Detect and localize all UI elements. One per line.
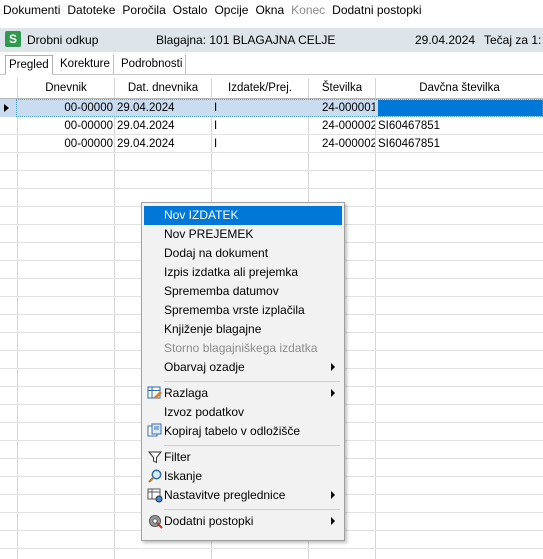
cell-datum: 29.04.2024 (117, 120, 175, 132)
submenu-arrow-icon (331, 363, 335, 371)
table-row[interactable]: 00-00000 29.04.2024 I 24-000002 SI604678… (0, 135, 543, 153)
filter-icon (147, 451, 163, 464)
ctx-item-storno: Storno blagajniškega izdatka (164, 341, 318, 355)
cell-davcna: SI60467851 (378, 120, 441, 132)
menu-porocila[interactable]: Poročila (121, 0, 171, 20)
menu-datoteke[interactable]: Datoteke (66, 0, 121, 20)
submenu-arrow-icon (331, 491, 335, 499)
menu-separator (164, 509, 340, 510)
column-header-davcna-stevilka[interactable]: Davčna številka (376, 78, 543, 98)
menu-separator (164, 445, 340, 446)
menu-okna[interactable]: Okna (254, 0, 290, 20)
settings-grid-icon (147, 488, 163, 503)
copy-icon (147, 423, 162, 437)
register-label: Blagajna: 101 BLAGAJNA CELJE (156, 33, 336, 47)
column-header-dat-dnevnika[interactable]: Dat. dnevnika (115, 78, 211, 98)
cell-izdatek: I (214, 138, 218, 150)
ctx-item-obarvaj-ozadje[interactable]: Obarvaj ozadje (144, 358, 342, 377)
ctx-item-izvoz-podatkov[interactable]: Izvoz podatkov (144, 403, 342, 422)
ctx-item-nastavitve-preglednice[interactable]: Nastavitve preglednice (144, 486, 342, 505)
app-logo-icon: S (5, 31, 21, 47)
menu-bar: Dokumenti Datoteke Poročila Ostalo Opcij… (0, 0, 543, 20)
ctx-item-iskanje[interactable]: Iskanje (144, 467, 342, 486)
submenu-arrow-icon (331, 389, 335, 397)
window-title: Drobni odkup (27, 33, 99, 47)
column-header-izdatek-prej[interactable]: Izdatek/Prej. (212, 78, 308, 98)
column-header-stevilka[interactable]: Številka (309, 78, 375, 98)
ctx-item-sprememba-datumov[interactable]: Sprememba datumov (144, 282, 342, 301)
menu-dokumenti[interactable]: Dokumenti (2, 0, 66, 20)
ctx-item-sprememba-vrste-izplacila[interactable]: Sprememba vrste izplačila (144, 301, 342, 320)
menu-ostalo[interactable]: Ostalo (172, 0, 214, 20)
cell-dnevnik: 00-00000 (64, 138, 113, 150)
search-icon (148, 469, 162, 483)
submenu-arrow-icon (331, 517, 335, 525)
table-row[interactable]: 00-00000 29.04.2024 I 24-000002 SI604678… (0, 117, 543, 135)
current-row-indicator-icon (4, 104, 9, 112)
column-header-dnevnik[interactable]: Dnevnik (18, 78, 114, 98)
menu-separator (164, 381, 340, 382)
window-titlebar: S Drobni odkup Blagajna: 101 BLAGAJNA CE… (0, 28, 543, 52)
ctx-item-nov-prejemek[interactable]: Nov PREJEMEK (144, 225, 342, 244)
menu-konec: Konec (291, 3, 326, 17)
tab-pregled[interactable]: Pregled (5, 55, 53, 75)
tab-podrobnosti[interactable]: Podrobnosti (118, 55, 187, 75)
tab-korekture[interactable]: Korekture (57, 55, 114, 75)
tools-icon (149, 515, 163, 529)
ctx-item-knjizenje-blagajne[interactable]: Knjiženje blagajne (144, 320, 342, 339)
cell-datum: 29.04.2024 (117, 138, 175, 150)
date-label: 29.04.2024 (415, 33, 476, 47)
ctx-item-kopiraj-tabelo[interactable]: Kopiraj tabelo v odložišče (144, 422, 342, 441)
cell-stevilka: 24-000002 (322, 120, 375, 132)
ctx-item-dodatni-postopki[interactable]: Dodatni postopki (144, 512, 342, 531)
ctx-item-filter[interactable]: Filter (144, 448, 342, 467)
grid-edit-icon (147, 386, 162, 399)
cell-izdatek: I (214, 120, 218, 132)
cell-stevilka: 24-000002 (322, 138, 375, 150)
menu-opcije[interactable]: Opcije (213, 0, 254, 20)
table-row[interactable]: 00-00000 29.04.2024 I 24-000001 (0, 99, 543, 117)
ctx-item-izpis[interactable]: Izpis izdatka ali prejemka (144, 263, 342, 282)
ctx-item-razlaga[interactable]: Razlaga (144, 384, 342, 403)
tab-strip: Pregled Korekture Podrobnosti (0, 55, 543, 75)
cell-davcna: SI60467851 (378, 138, 441, 150)
menu-dodatni-postopki[interactable]: Dodatni postopki (331, 0, 427, 20)
cell-dnevnik: 00-00000 (64, 120, 113, 132)
ctx-item-nov-izdatek[interactable]: Nov IZDATEK (144, 206, 342, 225)
ctx-item-dodaj-na-dokument[interactable]: Dodaj na dokument (144, 244, 342, 263)
exchange-rate-label: Tečaj za 1: 1 (484, 33, 543, 47)
context-menu: Nov IZDATEK Nov PREJEMEK Dodaj na dokume… (141, 202, 345, 541)
